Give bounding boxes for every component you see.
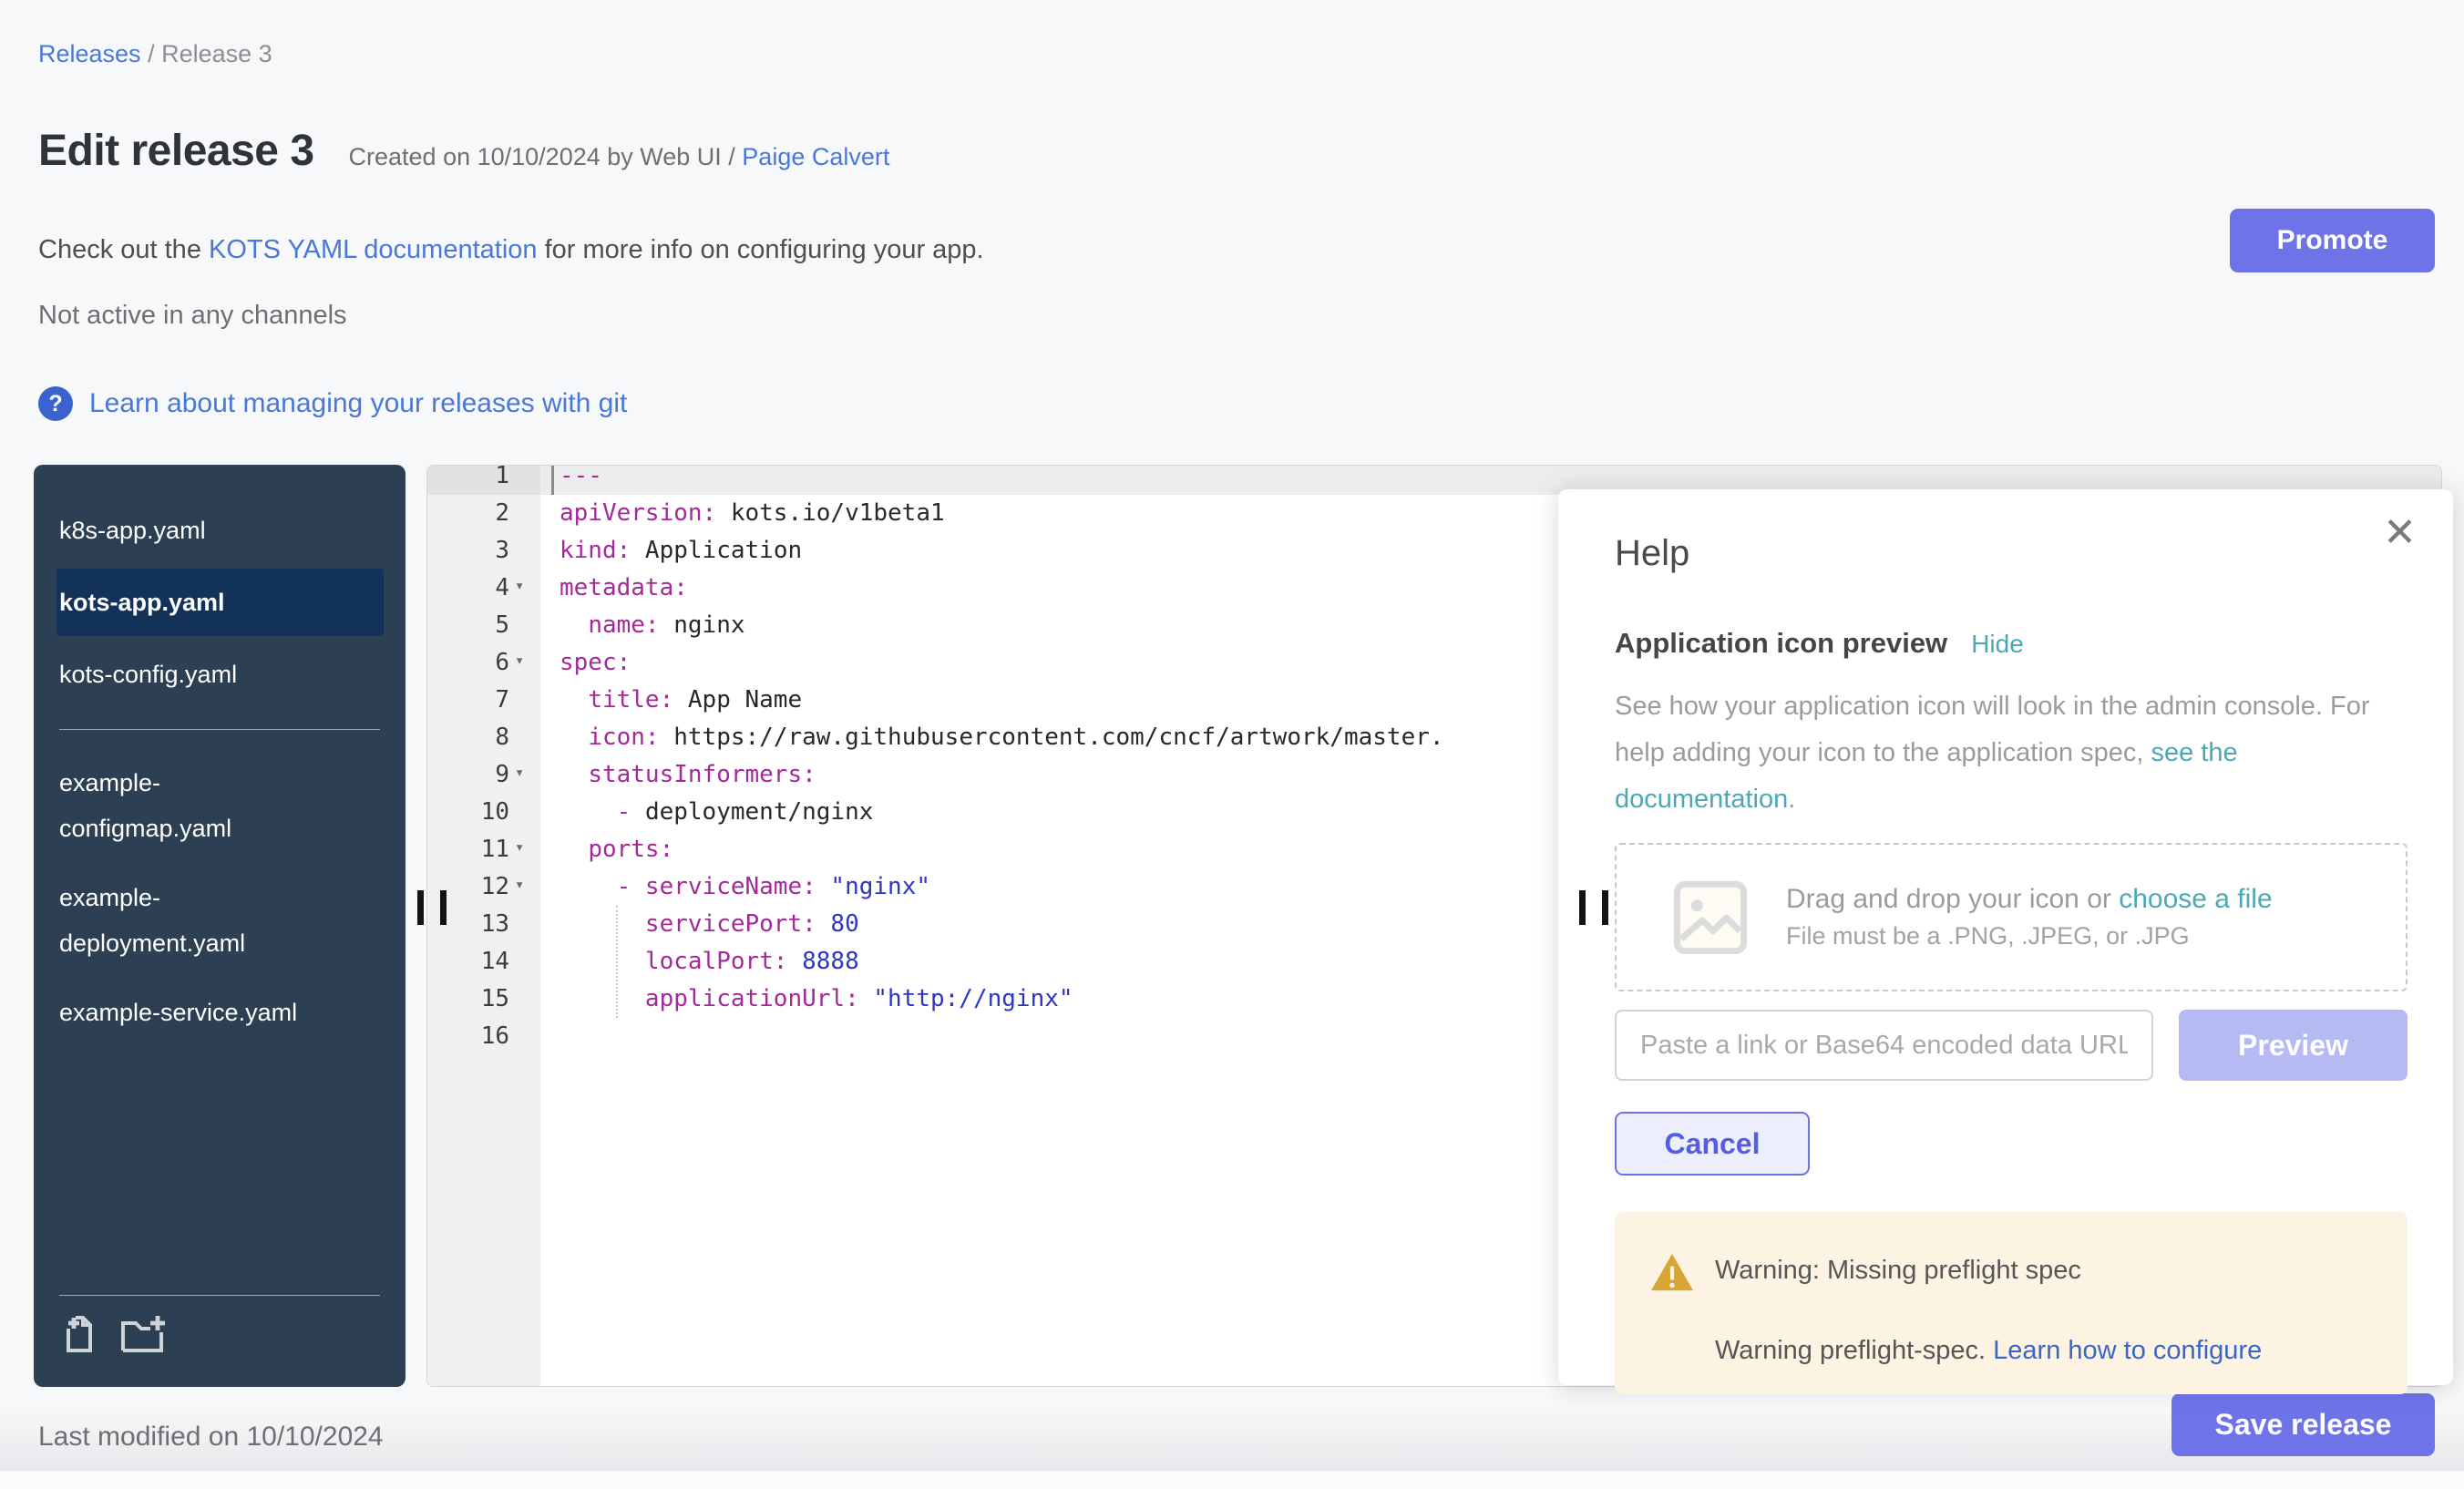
help-description: See how your application icon will look … bbox=[1615, 683, 2408, 823]
new-folder-icon[interactable] bbox=[119, 1314, 167, 1356]
help-resize-handle[interactable] bbox=[1579, 890, 1625, 925]
line-number: 1 bbox=[427, 465, 509, 495]
file-item-kots-config.yaml[interactable]: kots-config.yaml bbox=[34, 640, 406, 709]
file-item-example-service.yaml[interactable]: example-service.yaml bbox=[34, 978, 406, 1047]
git-help-row: ? Learn about managing your releases wit… bbox=[38, 386, 627, 421]
intro-pre: Check out the bbox=[38, 235, 209, 264]
code-text: title: App Name bbox=[560, 682, 802, 719]
file-list: k8s-app.yamlkots-app.yamlkots-config.yam… bbox=[34, 465, 406, 1047]
file-item-example-configmap.yaml[interactable]: example-configmap.yaml bbox=[34, 748, 406, 863]
line-number: 16 bbox=[427, 1018, 509, 1055]
breadcrumb-separator: / bbox=[141, 40, 162, 67]
icon-dropzone[interactable]: Drag and drop your icon or choose a file… bbox=[1615, 843, 2408, 991]
learn-how-to-configure-link[interactable]: Learn how to configure bbox=[1993, 1336, 2262, 1365]
breadcrumb-releases-link[interactable]: Releases bbox=[38, 40, 141, 67]
code-text: - deployment/nginx bbox=[560, 794, 873, 831]
line-number: 10 bbox=[427, 794, 509, 831]
code-text: servicePort: 80 bbox=[560, 906, 859, 943]
code-text: icon: https://raw.githubusercontent.com/… bbox=[560, 719, 1444, 756]
code-text: localPort: 8888 bbox=[560, 943, 859, 981]
promote-button[interactable]: Promote bbox=[2230, 209, 2435, 272]
line-number: 8 bbox=[427, 719, 509, 756]
fold-arrow-icon[interactable]: ▾ bbox=[515, 568, 524, 605]
breadcrumb: Releases / Release 3 bbox=[38, 40, 272, 68]
image-placeholder-icon bbox=[1673, 880, 1748, 955]
last-modified-text: Last modified on 10/10/2024 bbox=[38, 1422, 384, 1453]
code-text: metadata: bbox=[560, 570, 688, 607]
fold-arrow-icon[interactable]: ▾ bbox=[515, 642, 524, 680]
code-text: - serviceName: "nginx" bbox=[560, 868, 930, 906]
created-author-link[interactable]: Paige Calvert bbox=[742, 143, 889, 170]
line-number: 3 bbox=[427, 532, 509, 570]
line-number: 4 bbox=[427, 570, 509, 607]
line-number: 2 bbox=[427, 495, 509, 532]
warning-detail: Warning preflight-spec. Learn how to con… bbox=[1715, 1336, 2262, 1366]
intro-line: Check out the KOTS YAML documentation fo… bbox=[38, 235, 984, 265]
line-number: 5 bbox=[427, 607, 509, 644]
hide-link[interactable]: Hide bbox=[1971, 630, 2024, 659]
warning-banner: Warning: Missing preflight spec Warning … bbox=[1615, 1212, 2408, 1394]
line-number: 7 bbox=[427, 682, 509, 719]
indent-guide bbox=[616, 906, 618, 1018]
file-tree-sidebar: k8s-app.yamlkots-app.yamlkots-config.yam… bbox=[34, 465, 406, 1387]
sidebar-resize-handle[interactable] bbox=[417, 890, 463, 925]
icon-preview-section-title: Application icon preview bbox=[1615, 627, 1947, 660]
kots-yaml-docs-link[interactable]: KOTS YAML documentation bbox=[209, 235, 538, 264]
question-mark-icon: ? bbox=[38, 386, 73, 421]
code-text: statusInformers: bbox=[560, 756, 816, 794]
code-text: --- bbox=[560, 465, 602, 495]
code-text: kind: Application bbox=[560, 532, 802, 570]
help-desc-text: See how your application icon will look … bbox=[1615, 692, 2370, 767]
created-line: Created on 10/10/2024 by Web UI / Paige … bbox=[349, 143, 890, 171]
line-number: 6 bbox=[427, 644, 509, 682]
created-text: Created on 10/10/2024 by Web UI / bbox=[349, 143, 743, 170]
cancel-button[interactable]: Cancel bbox=[1615, 1112, 1810, 1176]
code-text: name: nginx bbox=[560, 607, 745, 644]
preview-button[interactable]: Preview bbox=[2179, 1010, 2408, 1081]
warning-detail-text: Warning preflight-spec. bbox=[1715, 1336, 1993, 1365]
fold-arrow-icon[interactable]: ▾ bbox=[515, 829, 524, 867]
help-title: Help bbox=[1615, 533, 2408, 574]
file-item-kots-app.yaml[interactable]: kots-app.yaml bbox=[56, 569, 384, 636]
sidebar-actions-divider bbox=[59, 1295, 380, 1296]
breadcrumb-current: Release 3 bbox=[161, 40, 272, 67]
sidebar-actions bbox=[34, 1284, 406, 1387]
choose-file-link[interactable]: choose a file bbox=[2119, 884, 2272, 914]
intro-post: for more info on configuring your app. bbox=[538, 235, 984, 264]
new-file-icon[interactable] bbox=[59, 1314, 99, 1356]
channel-status: Not active in any channels bbox=[38, 301, 347, 331]
dropzone-hint: File must be a .PNG, .JPEG, or .JPG bbox=[1786, 922, 2273, 950]
code-text: applicationUrl: "http://nginx" bbox=[560, 981, 1073, 1018]
line-number: 14 bbox=[427, 943, 509, 981]
warning-title: Warning: Missing preflight spec bbox=[1715, 1256, 2081, 1286]
file-item-k8s-app.yaml[interactable]: k8s-app.yaml bbox=[34, 496, 406, 565]
dropzone-text: Drag and drop your icon or bbox=[1786, 884, 2119, 914]
warning-triangle-icon bbox=[1649, 1252, 1695, 1294]
git-releases-link[interactable]: Learn about managing your releases with … bbox=[89, 388, 627, 419]
page-title-row: Edit release 3 Created on 10/10/2024 by … bbox=[38, 126, 889, 176]
help-panel: ✕ Help Application icon preview Hide See… bbox=[1558, 489, 2453, 1385]
code-text: spec: bbox=[560, 644, 631, 682]
file-group-divider bbox=[59, 729, 380, 730]
line-number: 9 bbox=[427, 756, 509, 794]
page-title: Edit release 3 bbox=[38, 126, 314, 176]
fold-arrow-icon[interactable]: ▾ bbox=[515, 867, 524, 904]
save-release-button[interactable]: Save release bbox=[2171, 1393, 2435, 1456]
footer-strip bbox=[0, 1471, 2464, 1489]
code-text: apiVersion: kots.io/v1beta1 bbox=[560, 495, 945, 532]
line-number: 15 bbox=[427, 981, 509, 1018]
icon-url-input[interactable] bbox=[1615, 1010, 2153, 1081]
fold-arrow-icon[interactable]: ▾ bbox=[515, 755, 524, 792]
file-item-example-deployment.yaml[interactable]: example-deployment.yaml bbox=[34, 863, 406, 978]
text-cursor bbox=[551, 466, 554, 495]
line-number: 11 bbox=[427, 831, 509, 868]
code-text: ports: bbox=[560, 831, 673, 868]
help-desc-period: . bbox=[1788, 785, 1795, 814]
